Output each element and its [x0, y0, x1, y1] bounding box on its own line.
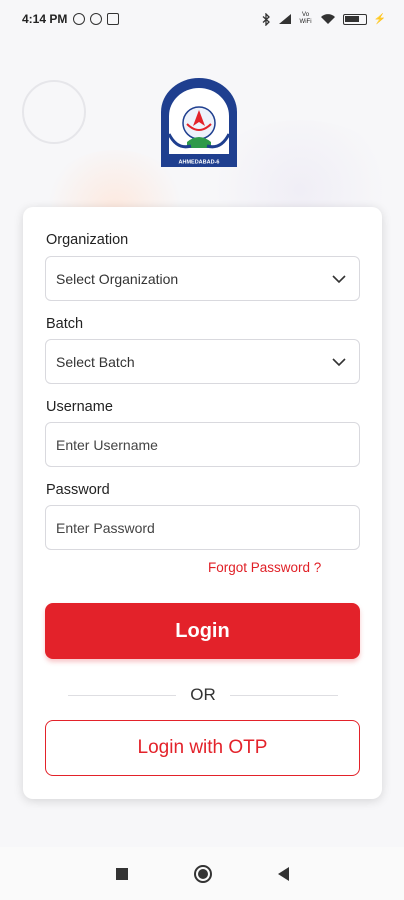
- back-icon[interactable]: [277, 866, 289, 881]
- password-field[interactable]: [45, 505, 360, 550]
- login-button[interactable]: Login: [45, 603, 360, 659]
- settings-icon: [107, 13, 120, 25]
- notification-icon: [90, 13, 103, 25]
- navigation-bar: [0, 847, 404, 900]
- charging-icon: ⚡: [373, 13, 386, 25]
- notification-icon: [73, 13, 86, 25]
- network-label: Vo WiFi: [299, 12, 312, 25]
- divider-line: [229, 694, 338, 696]
- home-icon[interactable]: [193, 864, 212, 883]
- password-input[interactable]: [56, 519, 349, 536]
- chevron-down-icon: [332, 358, 346, 367]
- svg-text:AHMEDABAD-6: AHMEDABAD-6: [179, 160, 220, 166]
- bluetooth-icon: [262, 12, 270, 26]
- organization-select[interactable]: Select Organization: [45, 256, 360, 301]
- login-card: Organization Select Organization Batch S…: [23, 207, 382, 799]
- recents-icon[interactable]: [115, 867, 128, 880]
- institution-emblem-icon: [161, 78, 237, 167]
- organization-select-value: Select Organization: [56, 270, 179, 287]
- username-input[interactable]: [56, 436, 349, 453]
- or-label: OR: [190, 685, 216, 704]
- institution-logo: AHMEDABAD-6: [161, 78, 237, 167]
- batch-label: Batch: [46, 316, 84, 332]
- divider-line: [68, 694, 177, 696]
- signal-icon: [278, 14, 291, 24]
- notification-icons: [73, 13, 120, 25]
- chevron-down-icon: [332, 275, 346, 284]
- clock-doodle-icon: [22, 80, 86, 144]
- forgot-password-link[interactable]: Forgot Password ?: [208, 560, 321, 575]
- batch-select-value: Select Batch: [56, 353, 135, 370]
- or-divider: OR: [68, 685, 338, 705]
- battery-icon: [342, 13, 367, 25]
- status-time: 4:14 PM: [22, 12, 68, 26]
- login-with-otp-button[interactable]: Login with OTP: [45, 720, 360, 776]
- wifi-icon: [320, 14, 335, 24]
- password-label: Password: [46, 482, 110, 498]
- organization-label: Organization: [46, 232, 129, 248]
- username-label: Username: [46, 399, 113, 415]
- status-bar: 4:14 PM Vo WiFi ⚡: [0, 0, 404, 38]
- username-field[interactable]: [45, 422, 360, 467]
- batch-select[interactable]: Select Batch: [45, 339, 360, 384]
